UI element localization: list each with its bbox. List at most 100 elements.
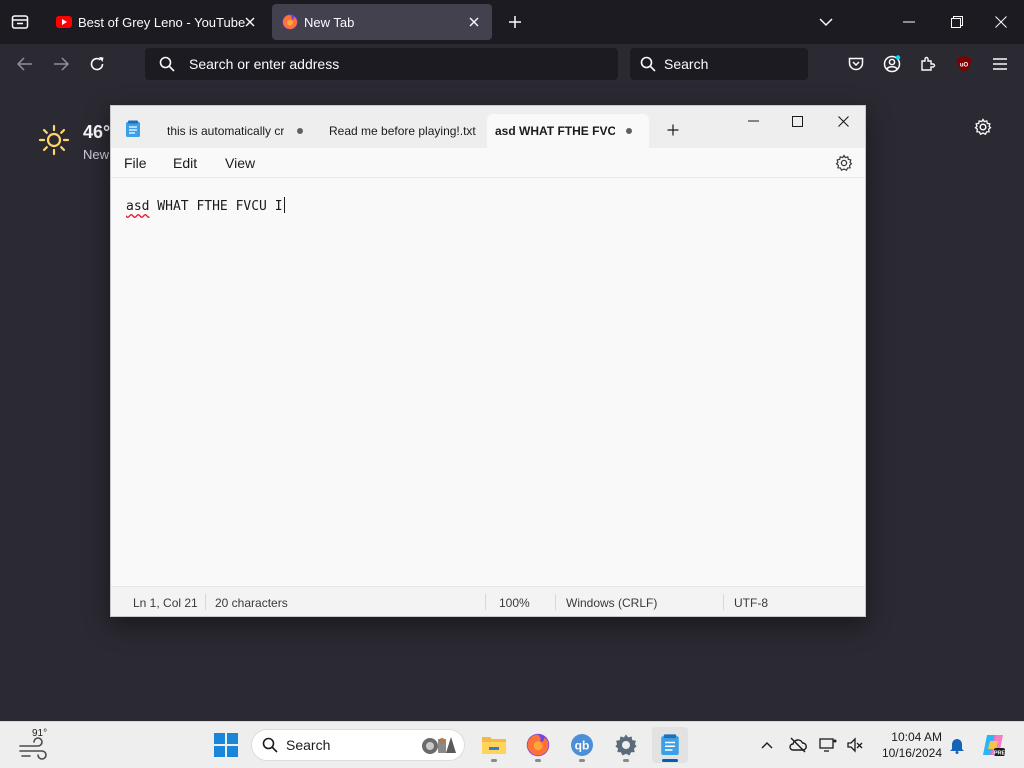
close-icon (837, 115, 849, 127)
misspelled-word: asd (126, 199, 150, 214)
ublock-origin-icon: uO (957, 56, 971, 72)
browser-tab-title: New Tab (304, 14, 355, 30)
firefox-view-button[interactable] (6, 8, 34, 36)
volume-tray-button[interactable] (844, 734, 866, 756)
web-search-bar[interactable]: Search (630, 48, 808, 80)
taskbar-clock-time[interactable]: 10:04 AM (878, 729, 942, 745)
forward-button[interactable] (46, 49, 76, 79)
account-button[interactable] (878, 50, 906, 78)
browser-minimize-button[interactable] (892, 6, 926, 38)
notepad-new-tab-button[interactable] (663, 120, 683, 140)
taskbar-search-box[interactable]: Search (251, 729, 465, 761)
windows-logo-icon (214, 733, 238, 757)
browser-restore-button[interactable] (940, 6, 974, 38)
bell-icon (950, 739, 964, 754)
close-icon (469, 17, 479, 27)
app-menu-button[interactable] (986, 50, 1014, 78)
maximize-icon (791, 115, 803, 127)
svg-text:PRE: PRE (994, 751, 1005, 757)
puzzle-icon (921, 56, 936, 71)
file-explorer-icon (482, 737, 506, 754)
firefox-icon (526, 733, 550, 757)
notepad-minimize-button[interactable] (735, 108, 771, 134)
notepad-icon (661, 734, 679, 755)
gear-icon (974, 118, 992, 136)
status-divider (723, 594, 724, 610)
notepad-close-button[interactable] (825, 108, 861, 134)
notepad-tab-title: asd WHAT FTHE FVCU (495, 124, 615, 138)
menu-edit[interactable]: Edit (173, 155, 197, 171)
new-tab-settings-button[interactable] (968, 112, 998, 142)
taskbar-qbittorrent[interactable]: qb (564, 727, 600, 763)
browser-close-button[interactable] (984, 6, 1018, 38)
taskbar-search-placeholder: Search (286, 737, 331, 753)
browser-tab-new-tab[interactable]: New Tab (272, 4, 492, 40)
browser-tab-youtube[interactable]: Best of Grey Leno - YouTube (46, 4, 268, 40)
firefox-view-icon (11, 15, 29, 29)
running-indicator (535, 759, 541, 762)
notifications-button[interactable] (946, 734, 968, 756)
start-button[interactable] (210, 729, 242, 761)
menu-file[interactable]: File (124, 155, 147, 171)
notepad-text-area[interactable]: asd WHAT FTHE FVCU I (111, 179, 865, 585)
back-button[interactable] (10, 49, 40, 79)
network-tray-button[interactable] (818, 734, 840, 756)
close-tab-button[interactable] (240, 12, 260, 32)
browser-tab-bar: Best of Grey Leno - YouTube New Tab (0, 0, 1024, 44)
gear-icon[interactable] (835, 154, 853, 172)
notepad-maximize-button[interactable] (779, 108, 815, 134)
hamburger-menu-icon (993, 58, 1007, 70)
status-character-count: 20 characters (215, 596, 288, 610)
svg-text:qb: qb (575, 739, 590, 753)
chevron-down-icon (819, 18, 833, 27)
minimize-icon (903, 21, 915, 23)
status-divider (485, 594, 486, 610)
notepad-title-bar[interactable]: this is automatically cr Read me before … (111, 106, 865, 148)
taskbar-weather-temp: 91° (32, 728, 48, 739)
reload-button[interactable] (82, 49, 112, 79)
ublock-badge-text: uO (960, 63, 969, 69)
taskbar-file-explorer[interactable] (476, 727, 512, 763)
notepad-tab[interactable]: this is automatically cr (159, 114, 309, 148)
reload-icon (90, 57, 104, 71)
close-icon (995, 16, 1007, 28)
unsaved-indicator (297, 128, 303, 134)
show-hidden-icons-button[interactable] (756, 734, 778, 756)
copilot-button[interactable]: PRE (980, 732, 1006, 758)
copilot-icon: PRE (983, 735, 1005, 757)
menu-view[interactable]: View (225, 155, 255, 171)
onedrive-tray-button[interactable] (787, 734, 809, 756)
notepad-menu-bar: File Edit View (111, 148, 865, 178)
new-tab-button[interactable] (502, 8, 528, 36)
extensions-button[interactable] (914, 50, 942, 78)
list-all-tabs-button[interactable] (814, 8, 838, 36)
pocket-icon (848, 57, 864, 70)
weather-temperature: 46° (83, 122, 111, 142)
settings-icon (615, 734, 637, 756)
browser-nav-bar: Search or enter address Search uO (0, 44, 1024, 85)
browser-tab-title: Best of Grey Leno - YouTube (78, 14, 246, 30)
taskbar: 91° Search qb 10:04 AM 10/16/2024 PRE (0, 721, 1024, 768)
close-icon (245, 17, 255, 27)
ublock-origin-button[interactable]: uO (950, 50, 978, 78)
text-line: WHAT FTHE FVCU I (149, 199, 283, 214)
taskbar-settings[interactable] (608, 727, 644, 763)
status-line-ending: Windows (CRLF) (566, 596, 658, 610)
weather-location: New (83, 147, 110, 162)
pocket-button[interactable] (842, 50, 870, 78)
arrow-right-icon (54, 57, 69, 71)
status-zoom[interactable]: 100% (499, 596, 530, 610)
notepad-tab[interactable]: Read me before playing!.txt (323, 114, 485, 148)
taskbar-firefox[interactable] (520, 727, 556, 763)
taskbar-notepad[interactable] (652, 727, 688, 763)
notepad-icon (126, 120, 140, 137)
chevron-up-icon (761, 742, 773, 749)
search-bar-placeholder: Search (664, 56, 709, 72)
notepad-tab-active[interactable]: asd WHAT FTHE FVCU (487, 114, 649, 148)
taskbar-clock-date[interactable]: 10/16/2024 (878, 745, 942, 761)
close-tab-button[interactable] (464, 12, 484, 32)
url-bar[interactable]: Search or enter address (145, 48, 618, 80)
notepad-status-bar: Ln 1, Col 21 20 characters 100% Windows … (111, 586, 865, 616)
status-encoding: UTF-8 (734, 596, 768, 610)
search-icon (262, 737, 278, 753)
